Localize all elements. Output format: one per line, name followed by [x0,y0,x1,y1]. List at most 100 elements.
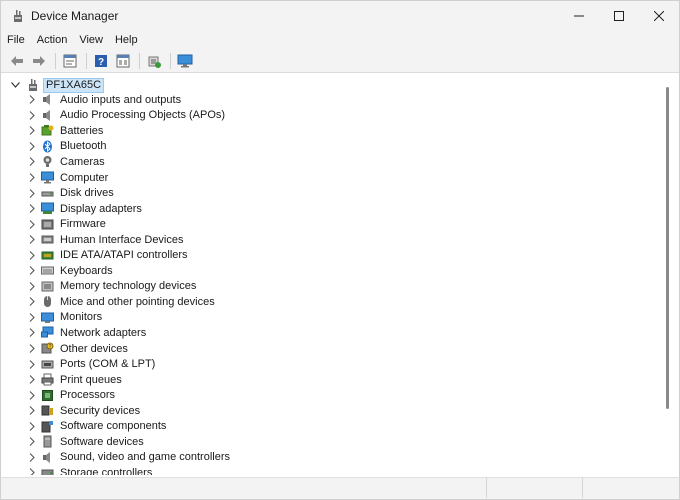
chevron-right-icon[interactable] [27,344,37,354]
tree-item-label: Processors [60,389,116,402]
chevron-right-icon[interactable] [27,204,37,214]
monitor-icon [177,54,193,67]
tree-item[interactable]: Firmware [5,216,645,232]
tree-item[interactable]: Display adapters [5,201,645,217]
tree-item[interactable]: Batteries [5,123,645,139]
tree-root[interactable]: PF1XA65C [5,77,105,93]
tree-item[interactable]: Print queues [5,372,645,388]
chevron-right-icon[interactable] [27,157,37,167]
tree-item[interactable]: ? Other devices [5,341,645,357]
maximize-button[interactable] [599,1,639,31]
tree-item[interactable]: Sound, video and game controllers [5,450,645,466]
memory-icon [41,280,54,293]
chevron-right-icon[interactable] [27,141,37,151]
software-device-icon [41,435,54,448]
tree-item-label: Storage controllers [60,466,153,475]
tree-item[interactable]: Human Interface Devices [5,232,645,248]
chevron-right-icon[interactable] [27,110,37,120]
tree-item[interactable]: Audio inputs and outputs [5,92,645,108]
chevron-right-icon[interactable] [27,468,37,475]
menu-help[interactable]: Help [109,34,144,46]
tree-item[interactable]: Bluetooth [5,139,645,155]
ide-controller-icon [41,249,54,262]
scan-hardware-button[interactable] [175,51,195,71]
status-bar [1,477,679,499]
forward-icon [33,55,45,66]
tree-item[interactable]: Processors [5,387,645,403]
tree-item[interactable]: Software components [5,418,645,434]
tree-item[interactable]: Computer [5,170,645,186]
chevron-right-icon[interactable] [27,266,37,276]
details-button[interactable] [113,51,133,71]
chevron-right-icon[interactable] [27,406,37,416]
menu-view[interactable]: View [73,34,109,46]
chevron-right-icon[interactable] [27,250,37,260]
tree-item[interactable]: Audio Processing Objects (APOs) [5,108,645,124]
toolbar-separator [55,52,56,69]
forward-button[interactable] [29,51,49,71]
tree-item-label: Ports (COM & LPT) [60,358,156,371]
properties-button[interactable] [60,51,80,71]
chevron-right-icon[interactable] [27,297,37,307]
tree-item[interactable]: Storage controllers [5,465,645,475]
svg-text:?: ? [98,57,104,68]
back-button[interactable] [7,51,27,71]
tree-item-label: Cameras [60,155,105,168]
update-driver-button[interactable] [144,51,164,71]
chevron-right-icon[interactable] [27,312,37,322]
chevron-right-icon[interactable] [27,452,37,462]
chevron-right-icon[interactable] [27,188,37,198]
tree-item[interactable]: IDE ATA/ATAPI controllers [5,247,645,263]
tree-item[interactable]: Keyboards [5,263,645,279]
tree-item[interactable]: Ports (COM & LPT) [5,356,645,372]
window-title: Device Manager [31,9,119,23]
tree-item[interactable]: Security devices [5,403,645,419]
chevron-right-icon[interactable] [27,390,37,400]
close-button[interactable] [639,1,679,31]
menu-action[interactable]: Action [31,34,74,46]
chevron-right-icon[interactable] [27,437,37,447]
tree-item[interactable]: Disk drives [5,185,645,201]
chevron-right-icon[interactable] [27,281,37,291]
computer-icon [26,78,40,92]
status-cell-3 [583,478,677,498]
minimize-button[interactable] [559,1,599,31]
tree-item-label: Computer [60,171,109,184]
tree-item[interactable]: Memory technology devices [5,279,645,295]
vertical-scrollbar[interactable] [663,75,675,475]
tree-item[interactable]: Mice and other pointing devices [5,294,645,310]
tree-item-label: Sound, video and game controllers [60,451,230,464]
firmware-icon [41,218,54,231]
help-button[interactable]: ? [91,51,111,71]
device-tree[interactable]: PF1XA65C Audio inputs and outputs Audio P… [5,75,663,475]
chevron-right-icon[interactable] [27,219,37,229]
menu-file[interactable]: File [1,34,31,46]
device-manager-window: Device Manager File Action View Help ? P… [0,0,680,500]
chevron-right-icon[interactable] [27,328,37,338]
chevron-right-icon[interactable] [27,359,37,369]
tree-item-label: Keyboards [60,264,113,277]
processor-icon [41,389,54,402]
tree-item-label: Display adapters [60,202,142,215]
tree-item-label: Mice and other pointing devices [60,295,215,308]
tree-root-label[interactable]: PF1XA65C [43,77,105,93]
tree-item-label: Monitors [60,311,103,324]
printer-icon [41,373,54,386]
tree-item[interactable]: Network adapters [5,325,645,341]
chevron-right-icon[interactable] [27,375,37,385]
tree-item[interactable]: Cameras [5,154,645,170]
toolbar-separator [86,52,87,69]
chevron-right-icon[interactable] [27,95,37,105]
tree-item-label: Software components [60,420,167,433]
back-icon [11,55,23,66]
tree-item[interactable]: Monitors [5,310,645,326]
chevron-right-icon[interactable] [27,173,37,183]
chevron-right-icon[interactable] [27,421,37,431]
tree-item[interactable]: Software devices [5,434,645,450]
tree-item-label: Audio inputs and outputs [60,93,182,106]
chevron-down-icon[interactable] [8,78,22,92]
scrollbar-thumb[interactable] [666,87,669,409]
chevron-right-icon[interactable] [27,235,37,245]
chevron-right-icon[interactable] [27,126,37,136]
mouse-icon [41,295,54,308]
